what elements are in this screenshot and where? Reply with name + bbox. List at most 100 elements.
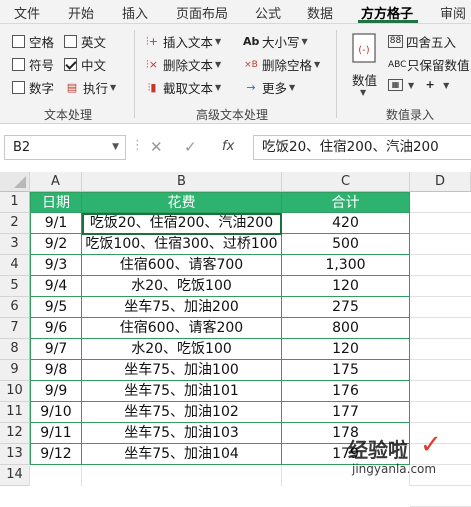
- row-header[interactable]: 11: [0, 402, 30, 423]
- row-header[interactable]: 13: [0, 444, 30, 465]
- table-cell[interactable]: 坐车75、加油101: [82, 381, 282, 402]
- keep-value-button[interactable]: ABC 只保留数值: [388, 55, 470, 74]
- delete-space-button[interactable]: ×B 删除空格 ▼: [243, 55, 320, 74]
- value-button[interactable]: (-) 数值 ▼: [348, 30, 382, 102]
- row-header[interactable]: 10: [0, 381, 30, 402]
- tab-home[interactable]: 开始: [68, 3, 94, 22]
- chevron-down-icon: ▼: [360, 88, 367, 97]
- table-cell[interactable]: 175: [282, 360, 410, 381]
- table-cell[interactable]: 坐车75、加油102: [82, 402, 282, 423]
- tab-insert[interactable]: 插入: [122, 3, 148, 22]
- header-cell[interactable]: 日期: [30, 192, 82, 213]
- table-cell[interactable]: 坐车75、加油100: [82, 360, 282, 381]
- tab-review[interactable]: 审阅: [440, 3, 466, 22]
- table-cell[interactable]: 9/7: [30, 339, 82, 360]
- table-cell[interactable]: 1,300: [282, 255, 410, 276]
- table-cell[interactable]: 120: [282, 276, 410, 297]
- table-cell[interactable]: 9/1: [30, 213, 82, 234]
- checkbox-symbol[interactable]: 符号: [12, 55, 54, 74]
- header-cell[interactable]: 合计: [282, 192, 410, 213]
- insert-function-icon[interactable]: fx: [222, 139, 234, 154]
- table-cell[interactable]: 水20、吃饭100: [82, 339, 282, 360]
- table-cell[interactable]: 9/6: [30, 318, 82, 339]
- table-cell[interactable]: 500: [282, 234, 410, 255]
- table-cell[interactable]: 420: [282, 213, 410, 234]
- row-header[interactable]: 2: [0, 213, 30, 234]
- row-header[interactable]: 7: [0, 318, 30, 339]
- table-cell[interactable]: 9/11: [30, 423, 82, 444]
- table-cell[interactable]: 坐车75、加油104: [82, 444, 282, 465]
- table-cell[interactable]: 9/3: [30, 255, 82, 276]
- row-header[interactable]: 3: [0, 234, 30, 255]
- tab-page-layout[interactable]: 页面布局: [176, 3, 228, 22]
- table-cell[interactable]: 吃饭100、住宿300、过桥100: [82, 234, 282, 255]
- row-header[interactable]: 5: [0, 276, 30, 297]
- checkbox-chinese[interactable]: 中文: [64, 55, 106, 74]
- table-cell[interactable]: 水20、吃饭100: [82, 276, 282, 297]
- column-header-a[interactable]: A: [30, 172, 82, 192]
- checkbox-box[interactable]: [64, 58, 77, 71]
- row-header[interactable]: 4: [0, 255, 30, 276]
- table-cell[interactable]: 住宿600、请客700: [82, 255, 282, 276]
- numeric-format-icon[interactable]: ▦: [388, 79, 403, 91]
- round-icon: 88: [388, 35, 403, 48]
- group-label-numeric: 数值录入: [386, 108, 435, 122]
- table-cell[interactable]: 坐车75、加油200: [82, 297, 282, 318]
- name-box[interactable]: B2 ▼: [4, 135, 126, 160]
- row-header[interactable]: 6: [0, 297, 30, 318]
- table-cell[interactable]: 9/10: [30, 402, 82, 423]
- row-header[interactable]: 14: [0, 465, 30, 486]
- tab-file[interactable]: 文件: [14, 3, 40, 22]
- confirm-icon[interactable]: ✓: [184, 138, 197, 156]
- checkbox-english[interactable]: 英文: [64, 32, 106, 51]
- extract-text-button[interactable]: ⫶▮ 截取文本 ▼: [144, 78, 222, 97]
- table-cell[interactable]: 9/9: [30, 381, 82, 402]
- tab-data[interactable]: 数据: [307, 3, 333, 22]
- table-cell[interactable]: 176: [282, 381, 410, 402]
- checkbox-number[interactable]: 数字: [12, 78, 54, 97]
- chevron-down-icon: ▼: [289, 83, 296, 92]
- table-cell[interactable]: 120: [282, 339, 410, 360]
- checkbox-box[interactable]: [64, 35, 77, 48]
- delete-text-button[interactable]: ⫶× 删除文本 ▼: [144, 55, 221, 74]
- checkbox-box[interactable]: [12, 58, 25, 71]
- table-cell[interactable]: 177: [282, 402, 410, 423]
- more-button[interactable]: → 更多 ▼: [243, 78, 295, 97]
- row-header[interactable]: 12: [0, 423, 30, 444]
- select-all-corner[interactable]: [0, 172, 30, 192]
- checkbox-box[interactable]: [12, 81, 25, 94]
- cancel-icon[interactable]: ✕: [150, 138, 163, 156]
- row-header[interactable]: 9: [0, 360, 30, 381]
- formula-input[interactable]: 吃饭20、住宿200、汽油200: [253, 135, 471, 160]
- round-button[interactable]: 88 四舍五入: [388, 32, 456, 51]
- table-cell[interactable]: 800: [282, 318, 410, 339]
- insert-text-button[interactable]: ⫶+ 插入文本 ▼: [144, 32, 221, 51]
- table-cell[interactable]: 9/12: [30, 444, 82, 465]
- row-header[interactable]: 1: [0, 192, 30, 213]
- checkbox-box[interactable]: [12, 35, 25, 48]
- chevron-down-icon[interactable]: ▼: [112, 136, 119, 159]
- table-cell[interactable]: 9/4: [30, 276, 82, 297]
- table-cell[interactable]: 9/8: [30, 360, 82, 381]
- chevron-down-icon[interactable]: ▼: [408, 81, 414, 90]
- row-header[interactable]: 8: [0, 339, 30, 360]
- column-header-d[interactable]: D: [410, 172, 471, 192]
- tab-formulas[interactable]: 公式: [255, 3, 281, 22]
- table-cell[interactable]: 住宿600、请客200: [82, 318, 282, 339]
- header-cell[interactable]: 花费: [82, 192, 282, 213]
- table-cell[interactable]: 275: [282, 297, 410, 318]
- execute-button[interactable]: ▤ 执行 ▼: [64, 78, 116, 97]
- table-cell[interactable]: 吃饭20、住宿200、汽油200: [82, 213, 282, 234]
- gridline: [410, 485, 471, 486]
- case-button[interactable]: Ab 大小写 ▼: [243, 32, 308, 51]
- checkbox-space[interactable]: 空格: [12, 32, 54, 51]
- table-cell[interactable]: 9/5: [30, 297, 82, 318]
- more-label: 更多: [262, 81, 288, 96]
- table-cell[interactable]: 坐车75、加油103: [82, 423, 282, 444]
- plus-icon[interactable]: +: [422, 78, 438, 92]
- column-header-c[interactable]: C: [282, 172, 410, 192]
- table-cell[interactable]: 9/2: [30, 234, 82, 255]
- chevron-down-icon[interactable]: ▼: [443, 81, 449, 90]
- column-header-b[interactable]: B: [82, 172, 282, 192]
- execute-label: 执行: [83, 81, 109, 96]
